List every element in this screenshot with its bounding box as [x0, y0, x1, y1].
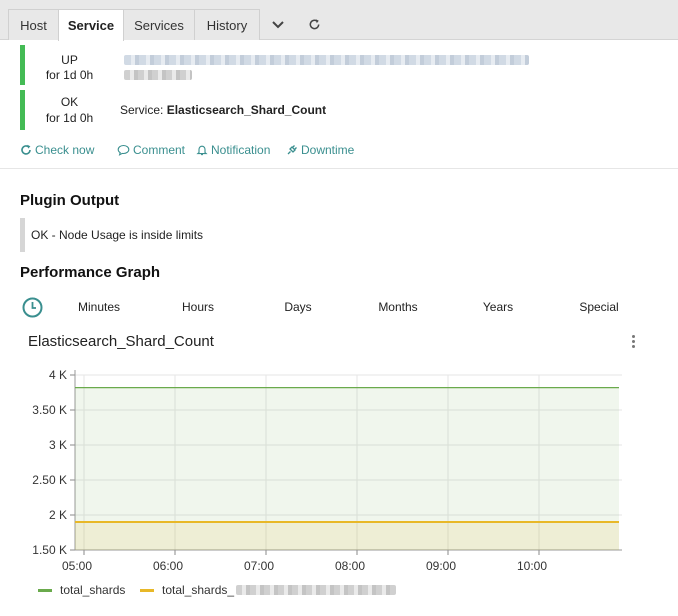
chevron-down-icon[interactable] [266, 9, 290, 40]
legend-item-total-shards-node[interactable]: total_shards_ [140, 582, 397, 598]
legend-swatch [140, 588, 154, 592]
performance-chart: 1.50 K 2 K 2.50 K 3 K 3.50 K 4 K 05:00 06:00 07:… [32, 368, 622, 573]
range-months[interactable]: Months [353, 300, 443, 314]
service-status-row: OK for 1d 0h Service: Elasticsearch_Shar… [20, 90, 660, 130]
refresh-icon [21, 144, 31, 155]
host-state-indicator [20, 45, 25, 85]
x-tick-label: 08:00 [335, 559, 365, 573]
notification-link[interactable]: Notification [196, 143, 270, 157]
check-now-link[interactable]: Check now [20, 143, 94, 157]
chart-title: Elasticsearch_Shard_Count [28, 333, 214, 350]
host-state-duration: for 1d 0h [45, 68, 94, 82]
tab-services[interactable]: Services [123, 9, 195, 40]
downtime-label: Downtime [301, 143, 355, 157]
chart-menu-icon[interactable] [627, 334, 639, 350]
range-hours[interactable]: Hours [153, 300, 243, 314]
x-tick-label: 06:00 [153, 559, 183, 573]
y-tick-label: 3.50 K [32, 403, 67, 417]
section-divider [0, 168, 678, 169]
comment-link[interactable]: Comment [117, 143, 185, 157]
comment-label: Comment [133, 143, 186, 157]
x-tick-label: 05:00 [62, 559, 92, 573]
service-state-duration: for 1d 0h [45, 111, 94, 125]
plugin-output-heading: Plugin Output [20, 192, 120, 209]
service-prefix: Service: [120, 103, 164, 117]
y-tick-label: 4 K [49, 368, 67, 382]
service-name-line: Service: Elasticsearch_Shard_Count [120, 103, 326, 117]
detail-tab-bar: Host Service Services History [0, 0, 678, 41]
tab-history[interactable]: History [194, 9, 260, 40]
legend-label: total_shards [60, 583, 126, 597]
series-area-1 [75, 522, 619, 550]
range-days[interactable]: Days [253, 300, 343, 314]
host-status-row: UP for 1d 0h [20, 45, 660, 85]
service-state-indicator [20, 90, 25, 130]
legend-item-total-shards[interactable]: total_shards [38, 582, 125, 598]
performance-graph-heading: Performance Graph [20, 264, 161, 281]
legend-label: total_shards_ [162, 583, 235, 597]
x-tick-label: 07:00 [244, 559, 274, 573]
redacted-host-name [124, 55, 529, 65]
plugin-output-text: OK - Node Usage is inside limits [20, 218, 660, 252]
redacted-node-name [236, 585, 397, 595]
range-special[interactable]: Special [554, 300, 644, 314]
clock-icon[interactable] [22, 297, 43, 318]
tab-host[interactable]: Host [8, 9, 59, 40]
range-minutes[interactable]: Minutes [54, 300, 144, 314]
tab-service[interactable]: Service [58, 9, 124, 41]
bell-icon [196, 145, 208, 156]
refresh-icon[interactable] [302, 9, 326, 40]
service-name: Elasticsearch_Shard_Count [166, 103, 327, 117]
y-tick-label: 2.50 K [32, 473, 67, 487]
x-tick-label: 10:00 [517, 559, 547, 573]
downtime-link[interactable]: Downtime [286, 143, 354, 157]
plug-icon [287, 145, 297, 155]
y-tick-label: 1.50 K [32, 543, 67, 557]
comment-icon [117, 144, 130, 156]
notification-label: Notification [211, 143, 271, 157]
y-tick-label: 2 K [49, 508, 67, 522]
check-now-label: Check now [35, 143, 95, 157]
legend-swatch [38, 588, 52, 592]
x-tick-label: 09:00 [426, 559, 456, 573]
y-tick-label: 3 K [49, 438, 67, 452]
redacted-host-address [124, 70, 192, 80]
range-years[interactable]: Years [453, 300, 543, 314]
host-state-label: UP [61, 53, 78, 67]
service-state-label: OK [60, 95, 79, 109]
